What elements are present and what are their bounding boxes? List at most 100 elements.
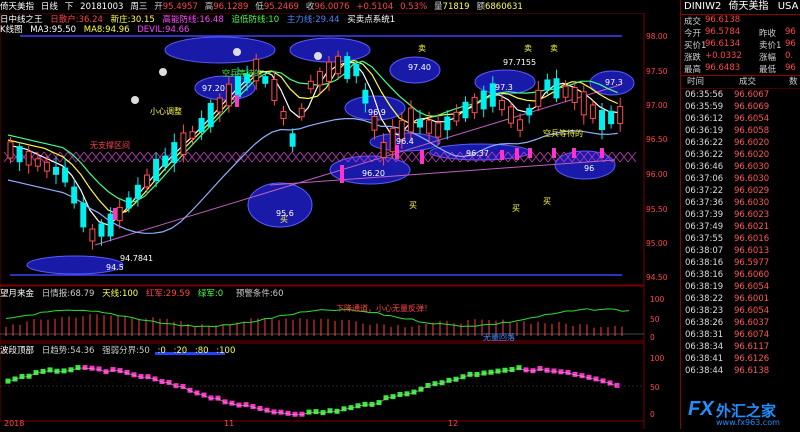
price-tick: 97.50 bbox=[646, 67, 668, 76]
tick-price: 96.6060 bbox=[734, 270, 770, 280]
signal-bar bbox=[113, 208, 117, 220]
mid-panel-title[interactable]: 望月来金 bbox=[0, 289, 34, 298]
tick-time: 06:38:44 bbox=[685, 366, 724, 376]
mid-line bbox=[5, 308, 630, 328]
candle-body bbox=[380, 142, 387, 158]
tick-list[interactable]: 06:35:56 96.6067 06:35:59 96.6069 06:36:12 96… bbox=[681, 89, 800, 377]
candle-body bbox=[417, 119, 423, 128]
mid-item: 红军:29.59 bbox=[145, 289, 191, 298]
quote-row-label2: 卖价1 bbox=[759, 41, 782, 51]
candle-body bbox=[599, 109, 605, 131]
quote-code: DINIW2 bbox=[684, 1, 722, 12]
tick-time: 06:36:22 bbox=[685, 150, 724, 160]
signal-bar bbox=[340, 165, 344, 183]
candle-body bbox=[271, 79, 278, 101]
support-band bbox=[323, 151, 333, 163]
header-bar: 倚天美指 日线 下 20181003 周三 开95.4957 高96.1289 … bbox=[0, 0, 680, 13]
quote-panel: DINIW2 倚天美指 USA 成交 96.6138 今开 96.5784 昨收 96 买价… bbox=[680, 0, 800, 429]
annotation-top: 97.7155 bbox=[503, 58, 537, 67]
price-tick: 95.00 bbox=[646, 239, 668, 248]
support-band bbox=[219, 151, 229, 163]
quote-ccy: USA bbox=[777, 1, 799, 12]
smiley-icon bbox=[131, 96, 139, 104]
tick-time: 06:35:59 bbox=[685, 102, 724, 112]
low-panel-title[interactable]: 波段顶部 bbox=[0, 346, 34, 355]
tick-price: 96.6058 bbox=[734, 126, 770, 136]
chart-area[interactable]: 倚天美指 日线 下 20181003 周三 开95.4957 高96.1289 … bbox=[0, 0, 680, 429]
tick-time: 06:37:22 bbox=[685, 186, 724, 196]
watermark-url: www.fx963.com bbox=[716, 418, 780, 427]
mid-item: 日情报:68.79 bbox=[41, 289, 95, 298]
candle-body bbox=[353, 63, 360, 77]
circle-label: 94.5 bbox=[106, 263, 124, 272]
watermark: FX 外汇之家 www.fx963.com bbox=[688, 398, 800, 429]
support-band bbox=[91, 151, 101, 163]
wave-marker bbox=[306, 409, 312, 415]
support-band bbox=[203, 151, 213, 163]
tick-row: 06:38:19 96.6054 bbox=[681, 281, 800, 293]
candle-body bbox=[580, 91, 587, 116]
symbol-name[interactable]: 倚天美指 bbox=[0, 2, 34, 12]
wave-marker bbox=[537, 366, 543, 372]
candle-body bbox=[435, 122, 442, 138]
candle-body bbox=[471, 96, 478, 114]
high-label: 高 bbox=[204, 2, 214, 12]
candle-body bbox=[144, 174, 150, 188]
quote-row-value: 96.6138 bbox=[705, 15, 741, 25]
annotation-careful: 小心调整 bbox=[150, 107, 182, 116]
circle-label: 96.4 bbox=[396, 137, 414, 146]
annotation-wait: 空兵等待的 bbox=[543, 129, 583, 138]
signal-bar bbox=[600, 148, 604, 158]
support-band bbox=[331, 151, 341, 163]
wave-line bbox=[7, 367, 618, 416]
tick-time: 06:36:22 bbox=[685, 138, 724, 148]
quote-row-label: 今开 bbox=[684, 29, 702, 39]
circle-label: 96.9 bbox=[368, 108, 386, 117]
quote-row: 今开 96.5784 昨收 96 bbox=[681, 27, 800, 39]
candle-body bbox=[262, 76, 269, 84]
vol-value: 71819 bbox=[442, 2, 470, 12]
smiley-icon bbox=[159, 68, 167, 76]
support-band bbox=[539, 151, 549, 163]
support-band bbox=[619, 151, 629, 163]
signal-bar bbox=[395, 145, 399, 159]
candlestick-chart[interactable] bbox=[0, 0, 680, 429]
candle-body bbox=[407, 107, 414, 133]
support-band bbox=[275, 151, 285, 163]
quote-row: 买价1 96.6134 卖价1 96 bbox=[681, 39, 800, 51]
price-tick: 94.50 bbox=[646, 273, 668, 282]
wave-marker bbox=[327, 408, 333, 414]
candle-body bbox=[235, 76, 241, 98]
wave-marker bbox=[565, 369, 571, 375]
support-band bbox=[83, 151, 93, 163]
mid-tick: 100 bbox=[650, 295, 665, 304]
wave-marker bbox=[110, 367, 116, 373]
wave-marker bbox=[313, 409, 319, 415]
signal-bar bbox=[552, 148, 556, 158]
quote-row-value2: 96 bbox=[785, 39, 796, 49]
wave-marker bbox=[362, 401, 368, 407]
tick-price: 96.6030 bbox=[734, 174, 770, 184]
annotation-low: 94.7841 bbox=[120, 254, 154, 263]
ma8-label: MA8:94.96 bbox=[83, 25, 130, 34]
tick-time: 06:38:26 bbox=[685, 318, 724, 328]
candle-body bbox=[153, 158, 160, 182]
wave-marker bbox=[26, 373, 32, 379]
quote-row: 最高 96.6483 最低 96 bbox=[681, 63, 800, 75]
tick-price: 96.6023 bbox=[734, 210, 770, 220]
period[interactable]: 日线 bbox=[41, 2, 58, 12]
nav-down[interactable]: 下 bbox=[65, 2, 74, 12]
signal-bar bbox=[420, 150, 424, 164]
tick-row: 06:37:55 96.6016 bbox=[681, 233, 800, 245]
candle-body bbox=[171, 142, 178, 163]
mid-item: 预警条件:60 bbox=[235, 289, 284, 298]
candle-body bbox=[34, 158, 41, 167]
tick-row: 06:38:41 96.6126 bbox=[681, 353, 800, 365]
tick-price: 96.6074 bbox=[734, 330, 770, 340]
tick-time: 06:38:16 bbox=[685, 270, 724, 280]
candle-body bbox=[553, 78, 560, 99]
candle-body bbox=[89, 228, 96, 242]
date: 20181003 bbox=[80, 2, 124, 12]
tick-price: 96.6001 bbox=[734, 294, 770, 304]
price-tick: 96.00 bbox=[646, 170, 668, 179]
